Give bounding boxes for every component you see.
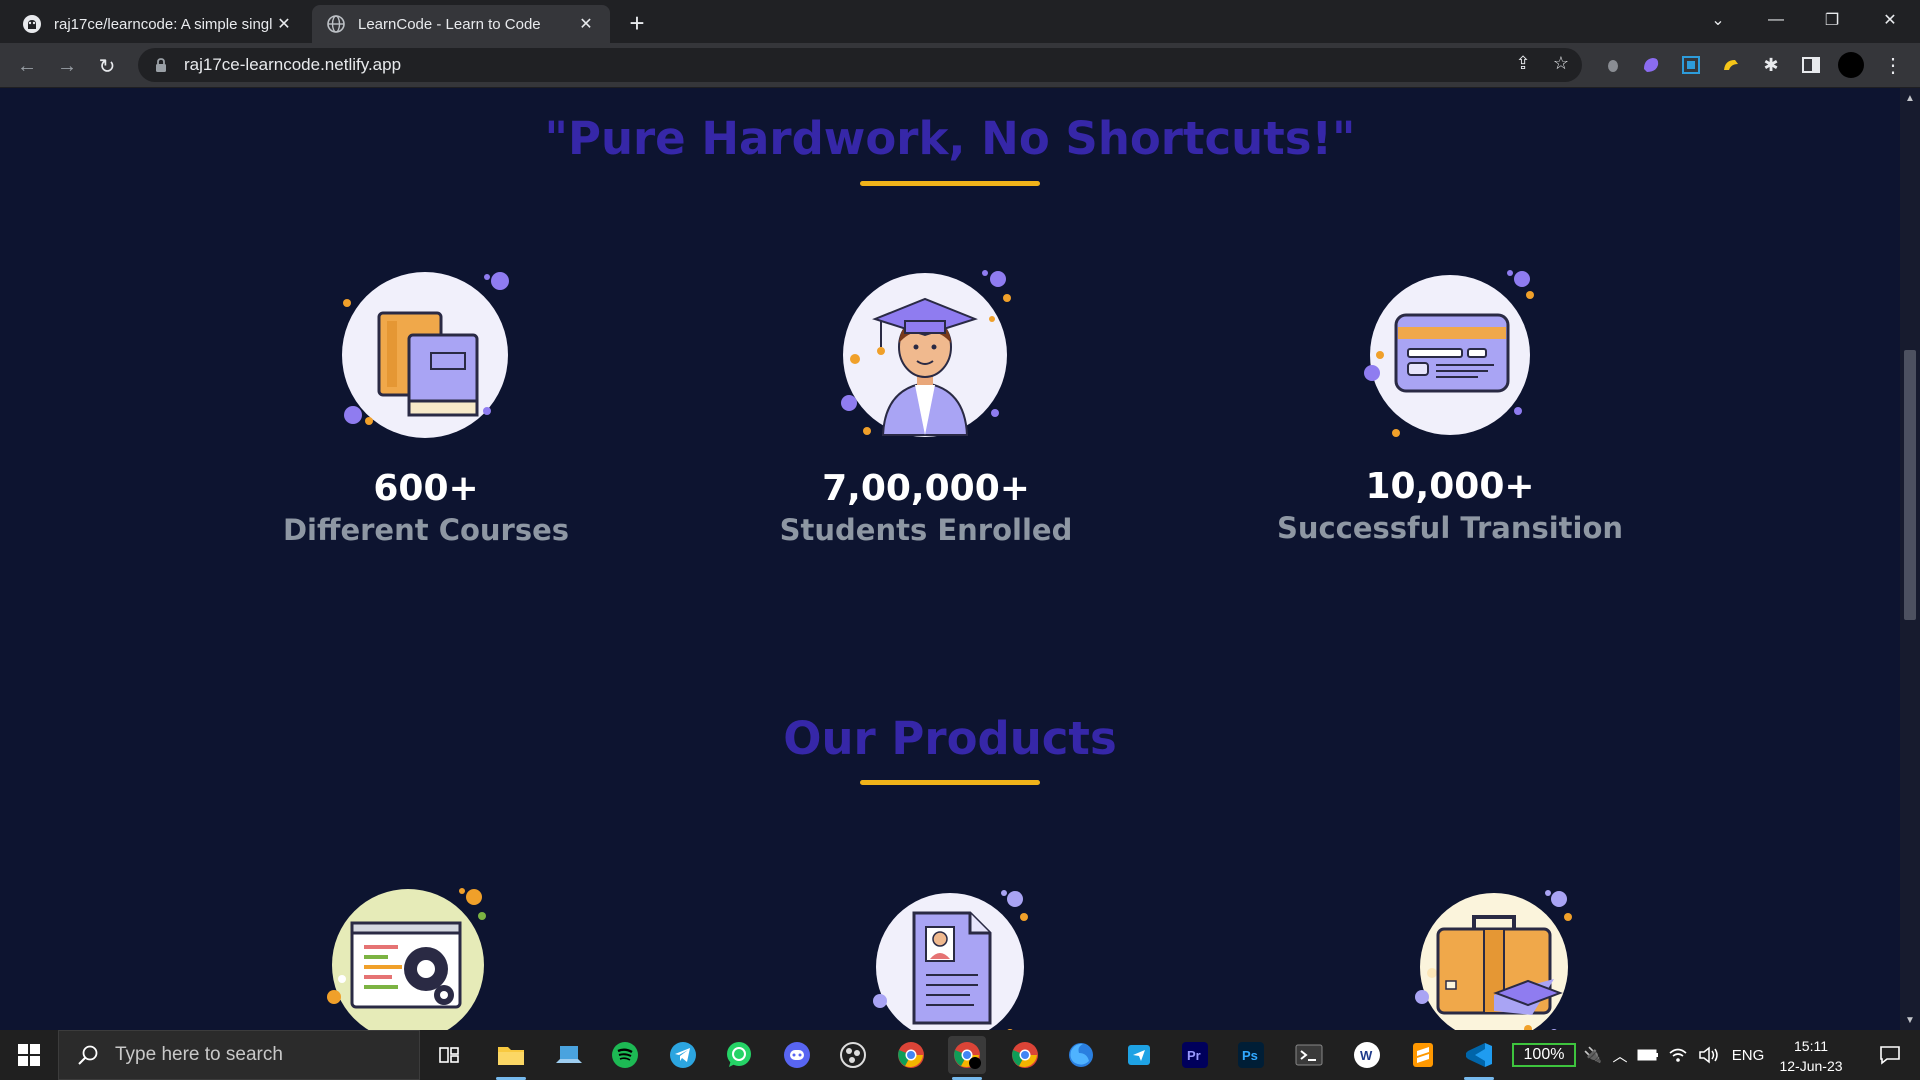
page-content: "Pure Hardwork, No Shortcuts!" 600+ Diff… [0,88,1900,1030]
file-explorer-icon[interactable] [492,1036,530,1080]
forward-button[interactable]: → [52,51,82,81]
windows-start-button[interactable] [0,1030,58,1080]
new-tab-button[interactable]: + [622,8,652,38]
scroll-down-arrow[interactable]: ▼ [1900,1012,1920,1028]
stat-label: Students Enrolled [779,513,1073,547]
search-icon [78,1045,98,1065]
wifi-icon[interactable] [1664,1030,1692,1080]
motto-heading: "Pure Hardwork, No Shortcuts!" [544,112,1356,165]
resume-icon [873,890,1028,1030]
address-bar[interactable]: raj17ce-learncode.netlify.app [138,48,1582,82]
tab-title: LearnCode - Learn to Code [358,15,541,33]
premiere-pro-icon[interactable]: Pr [1176,1036,1214,1074]
show-hidden-icons-chevron-icon[interactable]: ︿ [1608,1030,1632,1080]
github-icon [22,14,42,34]
chrome-active-icon[interactable] [948,1036,986,1080]
stat-number: 10,000+ [1365,466,1535,507]
briefcase-graduation-icon [1415,890,1572,1030]
stat-number: 600+ [373,468,479,509]
chrome-icon[interactable] [892,1036,930,1074]
heading-underline [860,181,1040,186]
minimize-button[interactable]: — [1748,0,1804,40]
volume-icon[interactable] [1694,1030,1724,1080]
obs-icon[interactable] [834,1036,872,1074]
tab-github[interactable]: raj17ce/learncode: A simple singl ✕ [8,5,308,43]
scrollbar-thumb[interactable] [1904,350,1916,620]
spotify-icon[interactable] [606,1036,644,1074]
screenshot-extension-icon[interactable] [1678,52,1704,78]
taskbar-clock[interactable]: 15:11 12-Jun-23 [1766,1036,1856,1076]
extension-icon[interactable] [1638,52,1664,78]
browser-menu-icon[interactable]: ⋮ [1880,52,1906,78]
battery-percentage[interactable]: 100% [1512,1043,1576,1067]
input-language[interactable]: ENG [1728,1030,1768,1080]
close-tab-icon[interactable]: ✕ [576,14,596,34]
stat-number: 7,00,000+ [822,468,1030,509]
heading-underline [860,780,1040,785]
charging-plug-icon[interactable]: 🔌 [1582,1030,1604,1080]
firefox-icon[interactable] [1062,1036,1100,1074]
tab-title: raj17ce/learncode: A simple singl [54,15,273,33]
close-window-button[interactable]: ✕ [1862,0,1918,40]
svg-text:Pr: Pr [1187,1048,1201,1063]
extension-icon[interactable] [1718,52,1744,78]
laptop-app-icon[interactable] [550,1036,588,1074]
windows-taskbar: Type here to search Pr Ps W 100% 🔌 ︿ ENG… [0,1030,1920,1080]
taskbar-search-input[interactable]: Type here to search [58,1030,420,1080]
scroll-up-arrow[interactable]: ▲ [1900,90,1920,106]
side-panel-icon[interactable] [1798,52,1824,78]
url-text: raj17ce-learncode.netlify.app [184,55,402,74]
profile-avatar[interactable] [1838,52,1864,78]
search-placeholder: Type here to search [115,1044,283,1065]
stat-courses: 600+ Different Courses [216,468,636,547]
browser-toolbar: ← → ↻ raj17ce-learncode.netlify.app ⇪ ☆ … [0,43,1920,88]
tab-search-icon[interactable]: ⌄ [1690,0,1746,40]
terminal-icon[interactable] [1290,1036,1328,1074]
clock-date: 12-Jun-23 [1779,1058,1843,1074]
discord-icon[interactable] [778,1036,816,1074]
send-app-icon[interactable] [1120,1036,1158,1074]
close-tab-icon[interactable]: ✕ [274,14,294,34]
word-app-icon[interactable]: W [1348,1036,1386,1074]
task-view-icon[interactable] [430,1036,468,1074]
whatsapp-icon[interactable] [720,1036,758,1074]
reload-button[interactable]: ↻ [92,51,122,81]
globe-icon [326,14,346,34]
share-icon[interactable]: ⇪ [1510,50,1536,76]
extensions-puzzle-icon[interactable]: ✱ [1758,52,1784,78]
products-heading: Our Products [783,712,1117,765]
clock-time: 15:11 [1794,1038,1828,1054]
windows-logo-icon [18,1044,40,1066]
bookmark-star-icon[interactable]: ☆ [1548,50,1574,76]
credit-card-icon [1364,270,1534,437]
battery-icon[interactable] [1634,1030,1662,1080]
books-icon [342,272,509,438]
browser-tab-strip: raj17ce/learncode: A simple singl ✕ Lear… [0,0,1920,43]
telegram-icon[interactable] [664,1036,702,1074]
stat-label: Successful Transition [1276,511,1624,545]
photoshop-icon[interactable]: Ps [1232,1036,1270,1074]
graduate-student-icon [841,270,1011,437]
stat-label: Different Courses [282,513,570,547]
page-scrollbar[interactable]: ▲ ▼ [1900,88,1920,1030]
sublime-text-icon[interactable] [1404,1036,1442,1074]
svg-text:Ps: Ps [1242,1048,1258,1063]
back-button[interactable]: ← [12,51,42,81]
notifications-icon[interactable] [1866,1030,1914,1080]
vscode-icon[interactable] [1460,1036,1498,1080]
stat-transitions: 10,000+ Successful Transition [1240,466,1660,545]
svg-text:W: W [1360,1048,1373,1063]
chrome-profile-icon[interactable] [1006,1036,1044,1074]
lock-icon [152,56,170,74]
restore-button[interactable]: ❐ [1804,0,1860,40]
stat-students: 7,00,000+ Students Enrolled [716,468,1136,547]
tab-learncode[interactable]: LearnCode - Learn to Code ✕ [312,5,610,43]
code-settings-icon [327,888,486,1030]
extension-icon[interactable] [1600,52,1626,78]
